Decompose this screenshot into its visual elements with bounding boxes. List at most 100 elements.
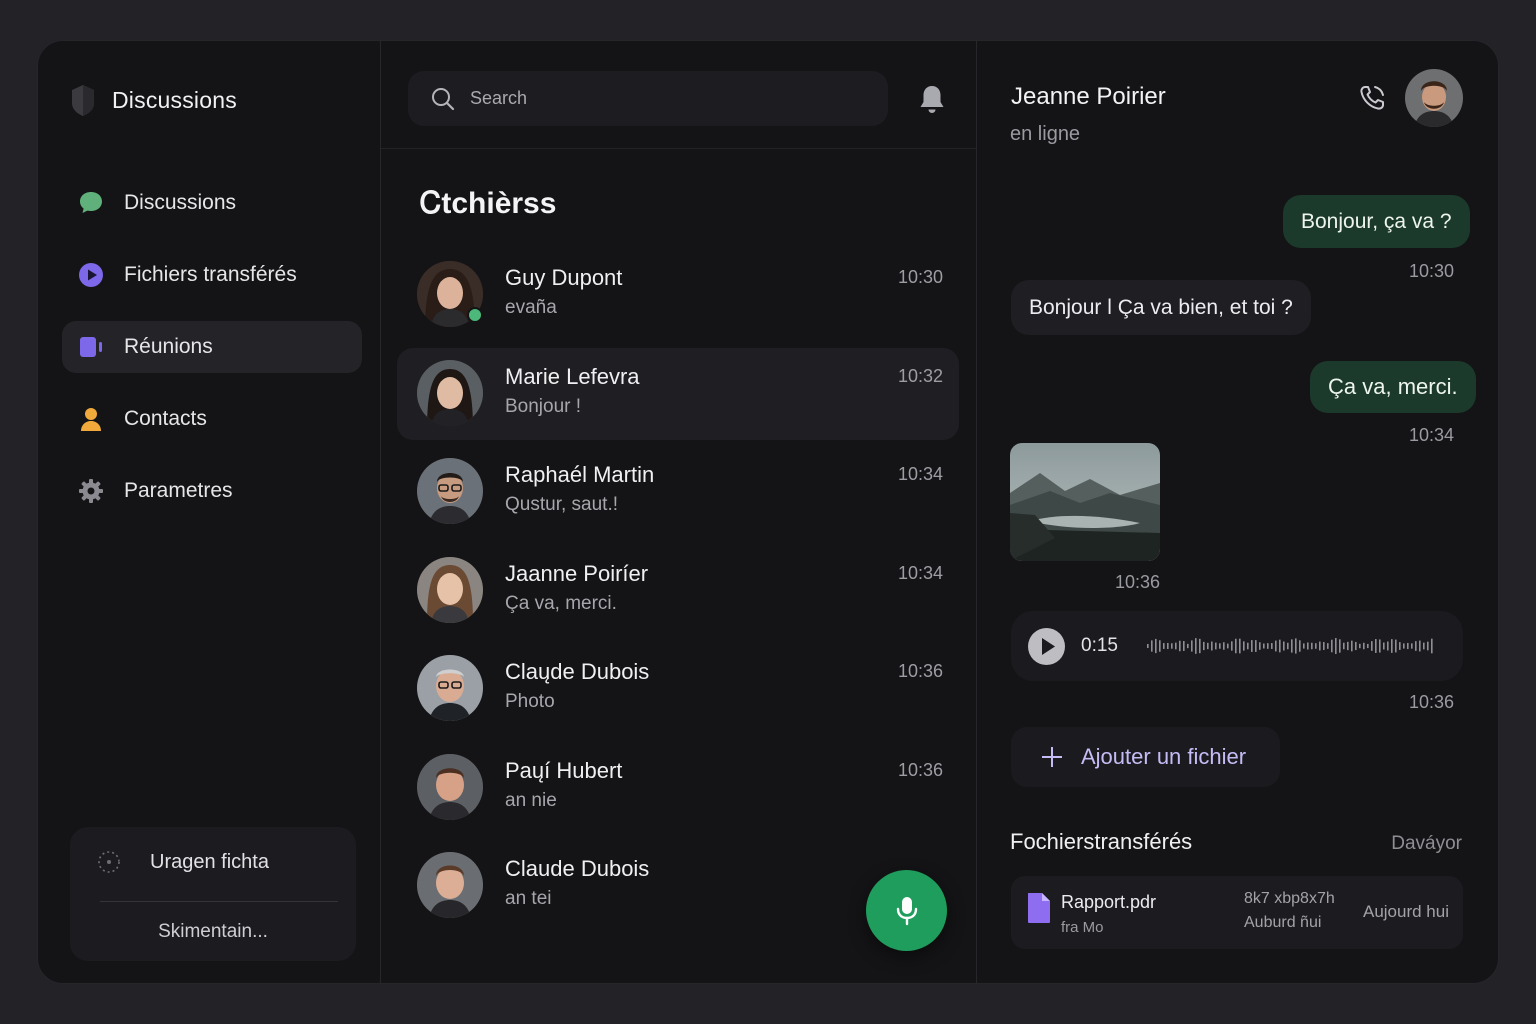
phone-call-icon[interactable] <box>1357 83 1387 113</box>
sidebar-item-settings[interactable]: Parametres <box>62 465 362 517</box>
waveform-bar <box>1367 643 1369 649</box>
message-bubble-outgoing[interactable]: Bonjour, ça va ? <box>1283 195 1470 248</box>
message-time: 10:36 <box>1409 692 1455 712</box>
sidebar: Discussions Discussions Fichiers transfé… <box>38 41 381 983</box>
play-circle-icon <box>78 262 104 288</box>
waveform-bar <box>1167 642 1169 650</box>
files-section-title: Fochierstransférés <box>1010 829 1193 854</box>
waveform-bar <box>1319 641 1321 651</box>
conversation-list: Guy Dupont evaña 10:30 Marie Lefevra Bon… <box>397 249 959 939</box>
avatar <box>417 655 483 721</box>
list-title: Ꮯtchièrss <box>420 187 557 220</box>
message-bubble-outgoing[interactable]: Ça va, merci. <box>1310 361 1476 413</box>
conversation-preview: an tei <box>505 888 552 909</box>
chat-contact-status: en ligne <box>1010 123 1081 145</box>
sidebar-item-label: Réunions <box>124 335 213 358</box>
waveform-bar <box>1147 644 1149 648</box>
waveform-bar <box>1359 643 1361 649</box>
waveform-bar <box>1403 643 1405 649</box>
contact-avatar[interactable] <box>1405 69 1463 127</box>
waveform-bar <box>1195 638 1197 654</box>
storage-title: Uragen fichta <box>150 850 269 873</box>
conversation-item[interactable]: Marie Lefevra Bonjour ! 10:32 <box>397 347 959 440</box>
waveform-bar <box>1203 641 1205 651</box>
waveform-bar <box>1407 642 1409 650</box>
waveform-bar <box>1315 643 1317 649</box>
conversation-name: Claųde Dubois <box>505 659 650 684</box>
play-icon <box>1042 638 1055 655</box>
app-window: Discussions Discussions Fichiers transfé… <box>37 40 1499 984</box>
sidebar-item-label: Parametres <box>124 479 233 502</box>
conversation-time: 10:36 <box>897 759 943 780</box>
shield-logo-icon <box>72 85 94 116</box>
voice-message[interactable]: 0:15 <box>1011 611 1463 681</box>
microphone-icon <box>896 896 917 925</box>
waveform-bar <box>1207 642 1209 650</box>
waveform-bar <box>1275 640 1277 652</box>
waveform-bar <box>1279 639 1281 653</box>
brand: Discussions <box>70 83 237 117</box>
conversation-name: Guy Dupont <box>505 265 623 290</box>
record-voice-button[interactable] <box>866 870 947 951</box>
waveform-bar <box>1331 639 1333 653</box>
person-icon <box>78 406 104 432</box>
waveform-bar <box>1391 639 1393 653</box>
conversation-time: 10:34 <box>897 464 943 484</box>
conversation-item[interactable]: Jaanne Poiríer Ça va, merci. 10:34 <box>397 545 959 637</box>
voice-duration: 0:15 <box>1081 635 1118 656</box>
add-file-button[interactable]: Ajouter un fichier <box>1011 727 1280 787</box>
waveform-bar <box>1423 642 1425 650</box>
sidebar-item-label: Discussions <box>124 191 237 214</box>
conversation-item[interactable]: Claųde Dubois Photo 10:36 <box>397 643 959 735</box>
play-button[interactable] <box>1028 628 1065 665</box>
waveform-bar <box>1307 642 1309 650</box>
sidebar-item-meetings[interactable]: Réunions <box>62 321 362 373</box>
waveform-bar <box>1267 643 1269 649</box>
conversation-item[interactable]: Guy Dupont evaña 10:30 <box>397 249 959 341</box>
message-bubble-incoming[interactable]: Bonjour l Ça va bien, et toi ? <box>1011 280 1311 335</box>
list-header <box>381 41 976 149</box>
sidebar-item-files[interactable]: Fichiers transférés <box>62 249 362 301</box>
waveform-bar <box>1155 638 1157 654</box>
message-time: 10:36 <box>1115 572 1161 592</box>
waveform-bar <box>1327 643 1329 649</box>
waveform-bar <box>1383 642 1385 650</box>
conversation-name: Marie Lefevra <box>505 363 640 389</box>
waveform-bar <box>1363 642 1365 650</box>
waveform-bar <box>1291 639 1293 653</box>
waveform-bar <box>1351 640 1353 652</box>
waveform-bar <box>1183 641 1185 651</box>
storage-subtitle: Skimentain... <box>158 921 268 942</box>
search-bar[interactable] <box>408 71 888 126</box>
conversation-item[interactable]: Paųí Hubert an nie 10:36 <box>397 742 959 834</box>
waveform-bar <box>1179 640 1181 652</box>
waveform-bar <box>1223 642 1225 650</box>
see-all-link[interactable]: Daváyor <box>1391 833 1462 855</box>
photo-attachment[interactable] <box>1010 443 1160 561</box>
file-item[interactable]: Rapport.pdr fra Mo 8k7 xbp8x7h Auburd ñu… <box>1011 876 1463 949</box>
conversation-preview: Bonjour ! <box>505 395 582 417</box>
waveform-bar <box>1431 638 1433 654</box>
waveform-bar <box>1303 643 1305 649</box>
waveform-bar <box>1371 641 1373 651</box>
waveform-bar <box>1283 641 1285 651</box>
conversation-list-pane: Ꮯtchièrss Guy Dupont evaña 10:30 <box>381 41 977 983</box>
waveform-bar <box>1187 643 1189 649</box>
waveform-bar <box>1343 642 1345 650</box>
sidebar-item-discussions[interactable]: Discussions <box>62 177 362 229</box>
plus-icon <box>1042 747 1062 767</box>
avatar <box>417 753 483 820</box>
sidebar-item-contacts[interactable]: Contacts <box>62 393 362 445</box>
search-input[interactable] <box>470 88 850 109</box>
waveform-bar <box>1171 643 1173 649</box>
bell-icon[interactable] <box>917 83 947 115</box>
waveform-bar <box>1175 642 1177 650</box>
conversation-time: 10:36 <box>897 661 943 681</box>
waveform-bar <box>1299 640 1301 652</box>
conversation-name: Raphaél Martin <box>505 462 655 487</box>
conversation-item[interactable]: Raphaél Martin Qustur, saut.! 10:34 <box>397 446 959 538</box>
waveform-bar <box>1287 642 1289 650</box>
storage-card[interactable]: Uragen fichta Skimentain... <box>70 827 356 961</box>
conversation-time: 10:32 <box>897 365 943 386</box>
waveform-bar <box>1259 642 1261 650</box>
